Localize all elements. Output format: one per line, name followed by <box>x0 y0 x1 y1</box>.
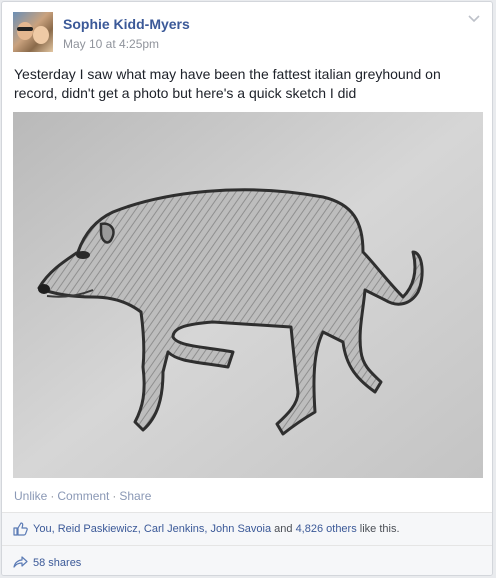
like-person[interactable]: John Savoia <box>211 523 272 535</box>
like-person[interactable]: Carl Jenkins, <box>144 523 208 535</box>
share-arrow-icon <box>13 556 28 568</box>
likes-text: You, Reid Paskiewicz, Carl Jenkins, John… <box>33 523 400 535</box>
shares-summary: 58 shares <box>2 545 492 575</box>
chevron-down-icon[interactable] <box>468 14 480 24</box>
avatar-face-left <box>17 22 33 40</box>
share-link[interactable]: Share <box>119 489 151 503</box>
feed-post: Sophie Kidd-Myers May 10 at 4:25pm Yeste… <box>1 1 493 576</box>
post-timestamp[interactable]: May 10 at 4:25pm <box>63 37 159 51</box>
like-you[interactable]: You, <box>33 523 55 535</box>
thumbs-up-icon <box>13 522 28 536</box>
likes-others-link[interactable]: 4,826 others <box>296 523 357 535</box>
post-photo[interactable] <box>13 112 483 478</box>
likes-and: and <box>274 523 293 535</box>
avatar-sunglasses <box>17 27 33 31</box>
post-actions: Unlike · Comment · Share <box>14 489 151 503</box>
unlike-link[interactable]: Unlike <box>14 489 47 503</box>
like-person[interactable]: Reid Paskiewicz, <box>58 523 141 535</box>
action-separator: · <box>112 489 117 503</box>
post-text: Yesterday I saw what may have been the f… <box>14 66 441 101</box>
author-avatar[interactable] <box>13 12 53 52</box>
likes-suffix: like this. <box>359 523 400 535</box>
action-separator: · <box>50 489 55 503</box>
comment-link[interactable]: Comment <box>57 489 109 503</box>
likes-summary: You, Reid Paskiewicz, Carl Jenkins, John… <box>2 512 492 545</box>
avatar-face-right <box>33 26 49 44</box>
shares-count-link[interactable]: 58 shares <box>33 557 81 569</box>
greyhound-sketch <box>13 112 483 478</box>
author-name[interactable]: Sophie Kidd-Myers <box>63 16 190 32</box>
